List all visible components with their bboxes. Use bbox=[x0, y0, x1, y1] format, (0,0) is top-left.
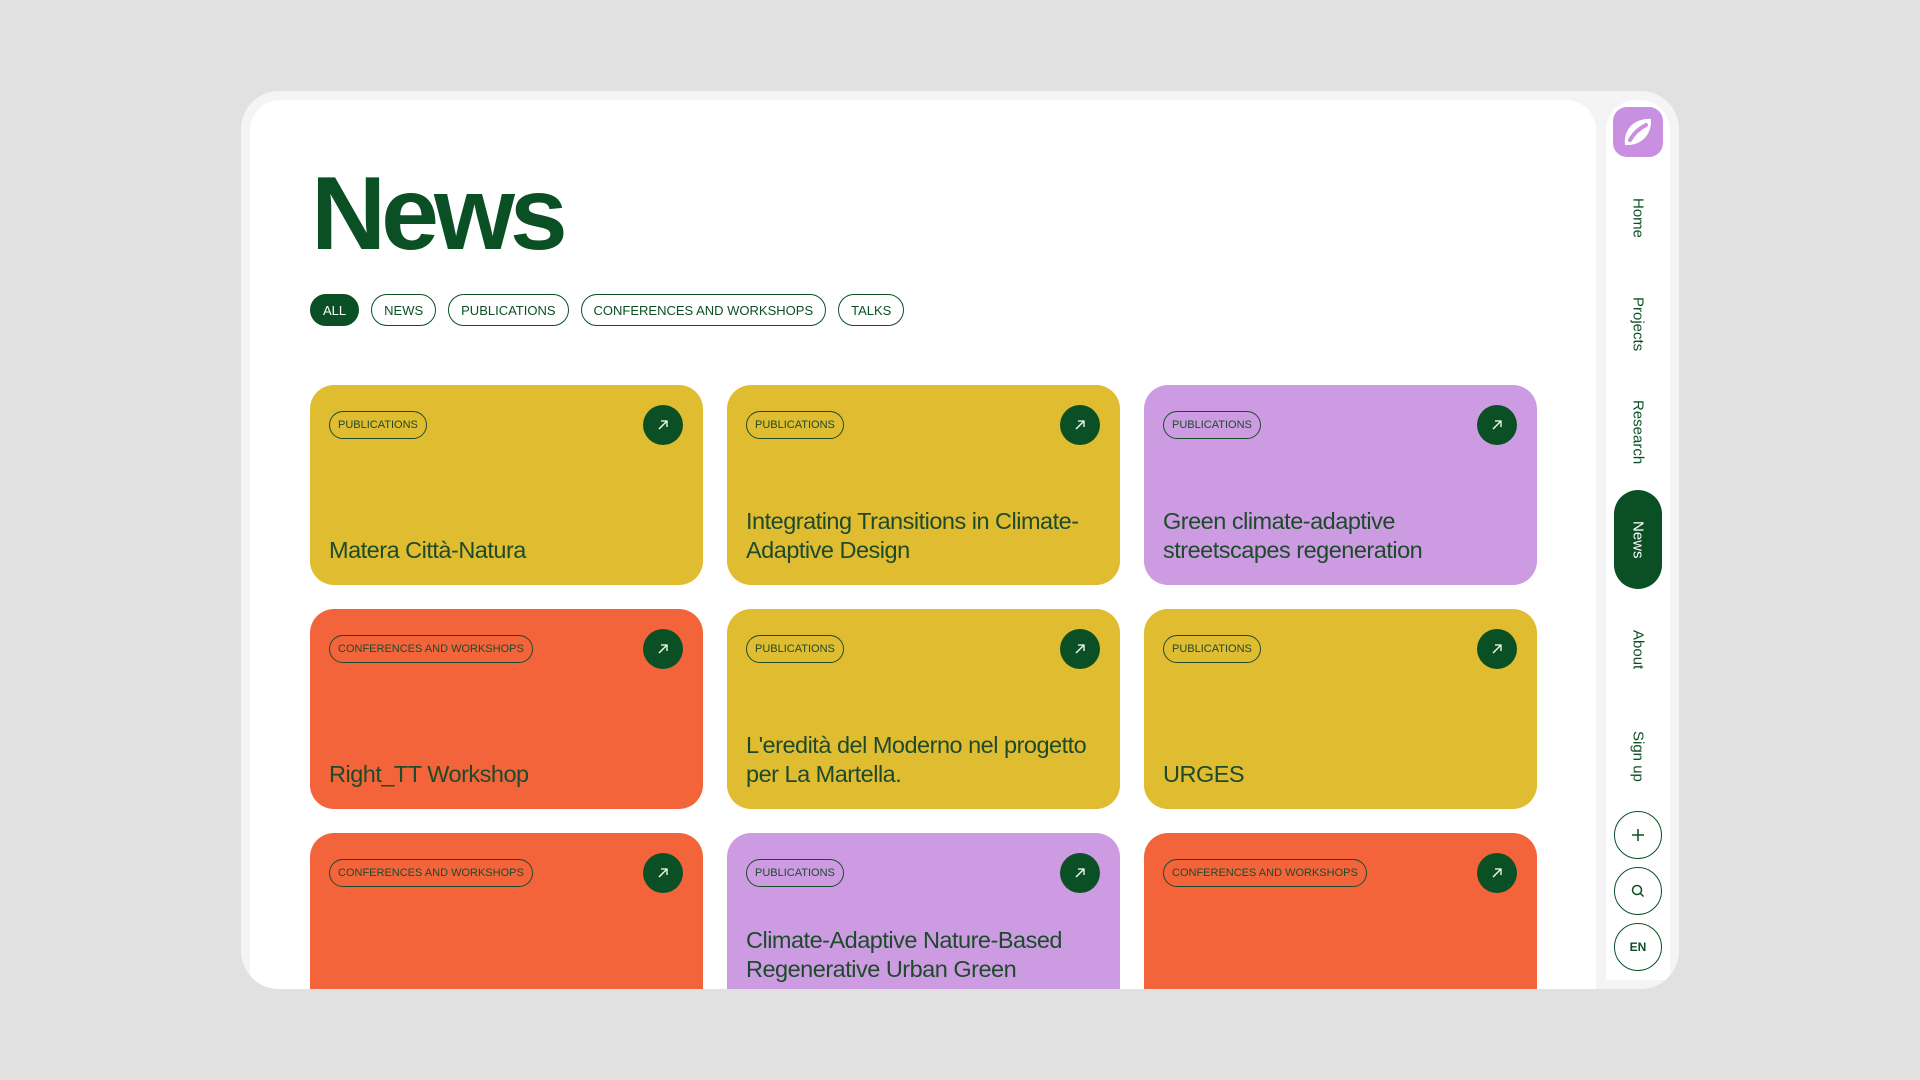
nav-news[interactable]: News bbox=[1614, 490, 1662, 589]
language-label: EN bbox=[1629, 940, 1647, 954]
news-card[interactable]: CONFERENCES AND WORKSHOPS Right_TT Works… bbox=[310, 609, 703, 809]
nav-projects[interactable]: Projects bbox=[1614, 282, 1662, 366]
arrow-up-right-icon[interactable] bbox=[1060, 629, 1100, 669]
news-card[interactable]: CONFERENCES AND WORKSHOPS bbox=[310, 833, 703, 989]
card-category-tag: PUBLICATIONS bbox=[746, 635, 844, 663]
card-category-tag: PUBLICATIONS bbox=[746, 859, 844, 887]
arrow-up-right-icon[interactable] bbox=[643, 853, 683, 893]
nav-label: About bbox=[1629, 630, 1647, 670]
sidebar-nav: Home Projects Research News About Sign u… bbox=[1606, 100, 1670, 980]
card-title: Climate-Adaptive Nature-Based Regenerati… bbox=[746, 927, 1062, 982]
nav-label: News bbox=[1629, 520, 1647, 559]
app-frame: News ALL NEWS PUBLICATIONS CONFERENCES A… bbox=[241, 91, 1679, 989]
card-category-tag: PUBLICATIONS bbox=[1163, 635, 1261, 663]
news-card[interactable]: PUBLICATIONS Climate-Adaptive Nature-Bas… bbox=[727, 833, 1120, 989]
plus-button[interactable] bbox=[1614, 811, 1662, 859]
card-title: Integrating Transitions in Climate-Adapt… bbox=[746, 508, 1079, 563]
card-category-tag: CONFERENCES AND WORKSHOPS bbox=[329, 859, 533, 887]
arrow-up-right-icon[interactable] bbox=[1060, 405, 1100, 445]
arrow-up-right-icon[interactable] bbox=[1477, 853, 1517, 893]
card-category-tag: CONFERENCES AND WORKSHOPS bbox=[329, 635, 533, 663]
nav-label: Projects bbox=[1629, 296, 1647, 352]
main-content: News ALL NEWS PUBLICATIONS CONFERENCES A… bbox=[250, 100, 1596, 989]
card-category-tag: PUBLICATIONS bbox=[746, 411, 844, 439]
news-card[interactable]: PUBLICATIONS URGES bbox=[1144, 609, 1537, 809]
plus-icon bbox=[1632, 829, 1644, 841]
card-category-tag: PUBLICATIONS bbox=[329, 411, 427, 439]
arrow-up-right-icon[interactable] bbox=[1060, 853, 1100, 893]
card-title: Right_TT Workshop bbox=[329, 761, 529, 787]
nav-research[interactable]: Research bbox=[1614, 390, 1662, 474]
filter-talks[interactable]: TALKS bbox=[838, 294, 905, 326]
card-title: L'eredità del Moderno nel progetto per L… bbox=[746, 732, 1087, 787]
news-card[interactable]: PUBLICATIONS Integrating Transitions in … bbox=[727, 385, 1120, 585]
filter-conferences-and-workshops[interactable]: CONFERENCES AND WORKSHOPS bbox=[580, 294, 827, 326]
card-title: Green climate-adaptive streetscapes rege… bbox=[1163, 508, 1423, 563]
news-card[interactable]: PUBLICATIONS L'eredità del Moderno nel p… bbox=[727, 609, 1120, 809]
language-button[interactable]: EN bbox=[1614, 923, 1662, 971]
card-title: Matera Città-Natura bbox=[329, 537, 526, 563]
search-icon bbox=[1631, 884, 1645, 898]
card-category-tag: PUBLICATIONS bbox=[1163, 411, 1261, 439]
nav-label: Sign up bbox=[1629, 730, 1647, 782]
news-card[interactable]: CONFERENCES AND WORKSHOPS bbox=[1144, 833, 1537, 989]
filter-bar: ALL NEWS PUBLICATIONS CONFERENCES AND WO… bbox=[310, 294, 905, 326]
filter-publications[interactable]: PUBLICATIONS bbox=[448, 294, 569, 326]
search-button[interactable] bbox=[1614, 867, 1662, 915]
filter-news[interactable]: NEWS bbox=[371, 294, 437, 326]
nav-home[interactable]: Home bbox=[1614, 186, 1662, 250]
nav-about[interactable]: About bbox=[1614, 615, 1662, 685]
nav-sign-up[interactable]: Sign up bbox=[1614, 716, 1662, 796]
card-category-tag: CONFERENCES AND WORKSHOPS bbox=[1163, 859, 1367, 887]
arrow-up-right-icon[interactable] bbox=[643, 405, 683, 445]
nav-label: Home bbox=[1629, 197, 1647, 238]
arrow-up-right-icon[interactable] bbox=[1477, 629, 1517, 669]
news-card[interactable]: PUBLICATIONS Green climate-adaptive stre… bbox=[1144, 385, 1537, 585]
news-grid: PUBLICATIONS Matera Città-Natura PUBLICA… bbox=[310, 385, 1537, 989]
leaf-logo-icon[interactable] bbox=[1613, 107, 1663, 157]
page-title: News bbox=[311, 156, 568, 272]
arrow-up-right-icon[interactable] bbox=[1477, 405, 1517, 445]
nav-label: Research bbox=[1629, 399, 1647, 465]
news-card[interactable]: PUBLICATIONS Matera Città-Natura bbox=[310, 385, 703, 585]
arrow-up-right-icon[interactable] bbox=[643, 629, 683, 669]
filter-all[interactable]: ALL bbox=[310, 294, 360, 326]
card-title: URGES bbox=[1163, 761, 1245, 787]
